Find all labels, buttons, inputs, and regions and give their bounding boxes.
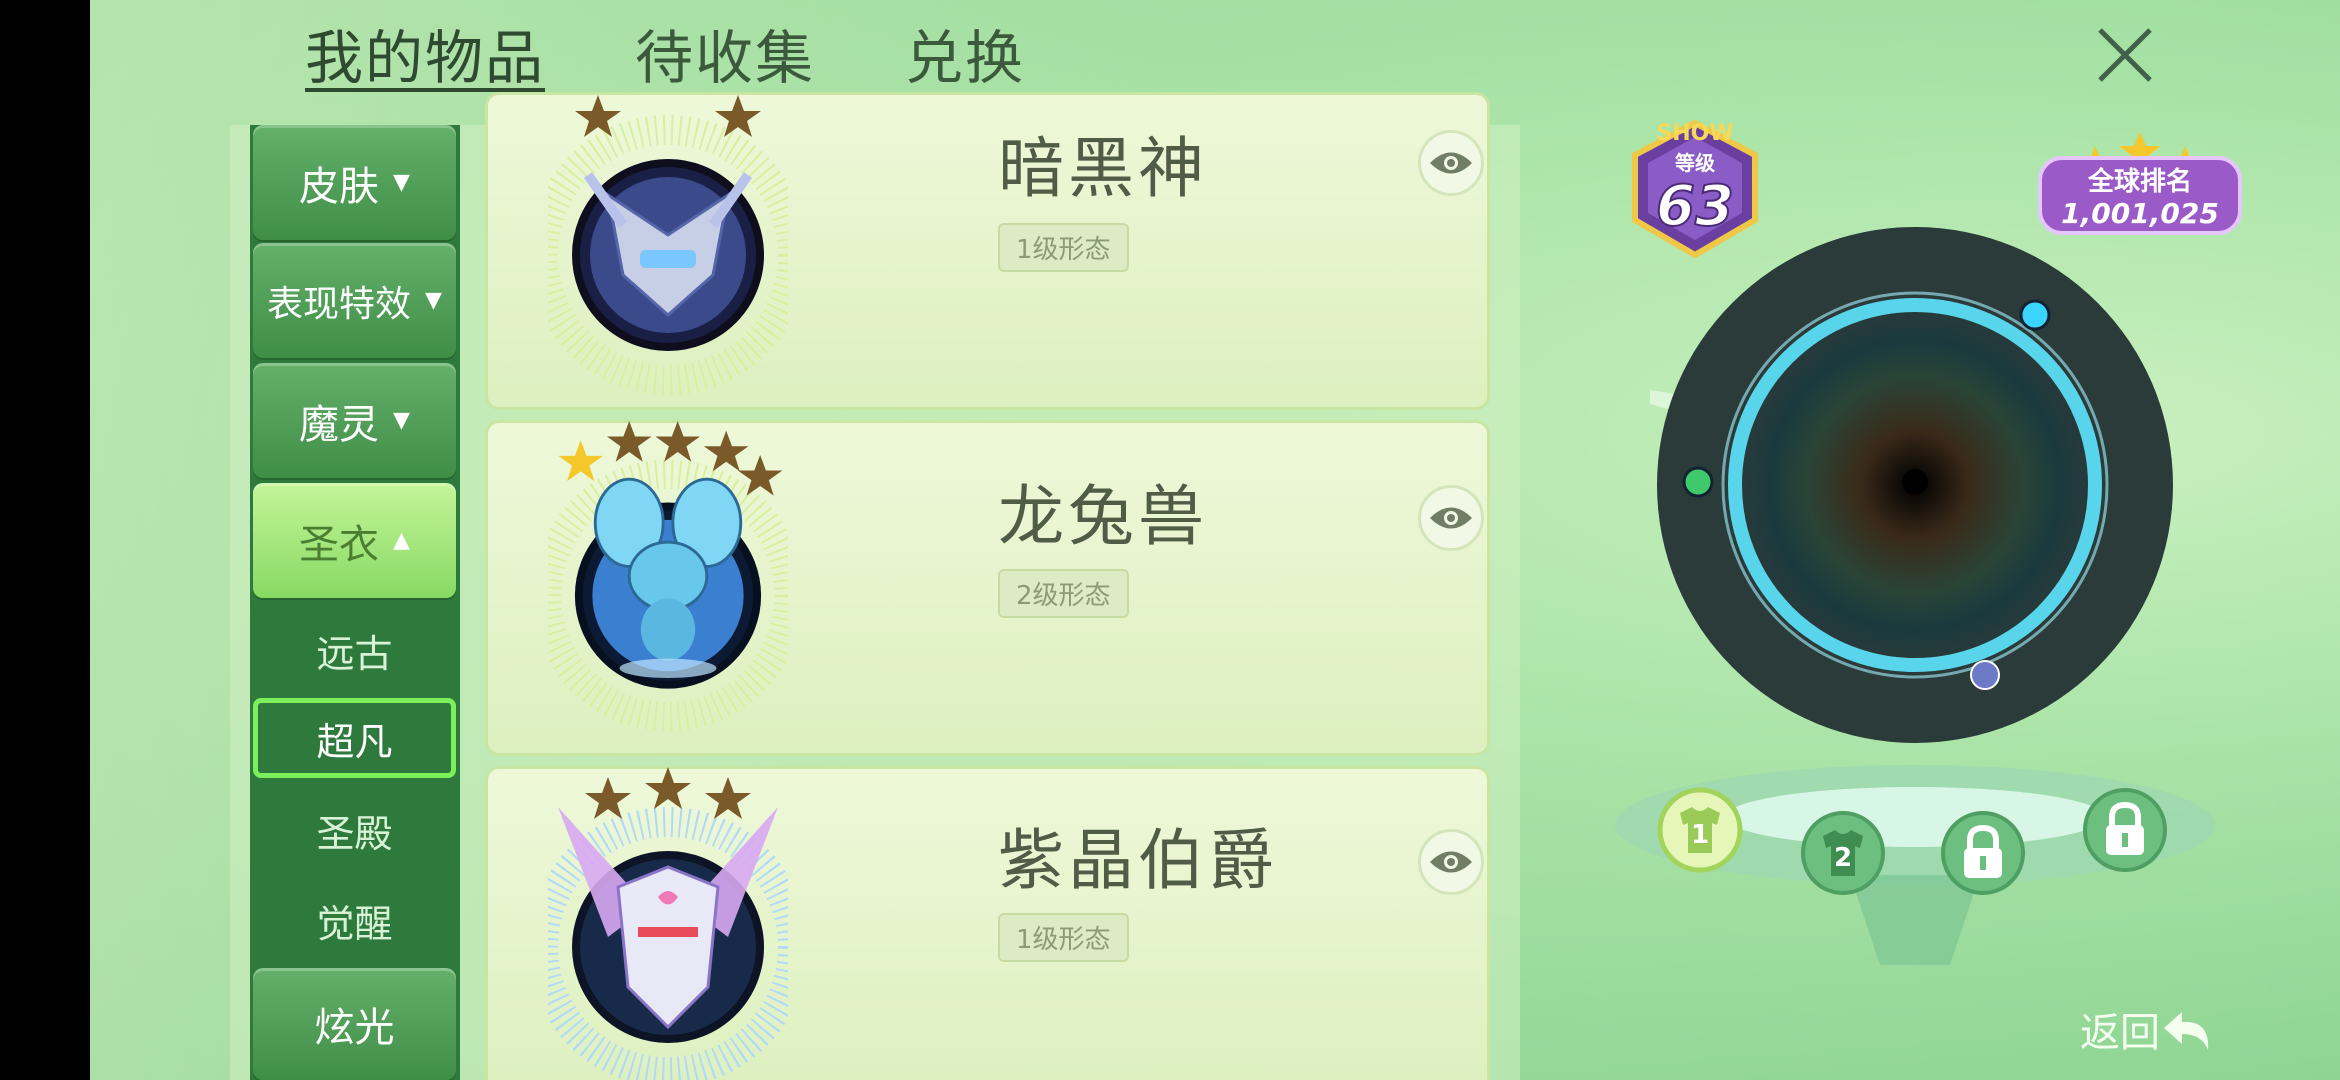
submenu-item-awakening[interactable]: 觉醒 (253, 880, 456, 960)
costume-slot-2[interactable]: 2 (1798, 808, 1888, 898)
menu-armor-button[interactable]: 圣衣 ▲ (253, 483, 456, 598)
tab-my-items[interactable]: 我的物品 (305, 18, 545, 98)
item-name: 紫晶伯爵 (998, 822, 1278, 899)
caret-down-icon: ▼ (425, 288, 442, 313)
dragon-rabbit-portrait (548, 421, 788, 732)
item-level: 2级形态 (998, 569, 1129, 618)
item-level: 1级形态 (998, 223, 1129, 272)
caret-up-icon: ▲ (393, 528, 410, 553)
item-name: 暗黑神 (998, 130, 1208, 207)
return-arrow-icon (2164, 1012, 2209, 1050)
menu-skin-label: 皮肤 (299, 163, 380, 210)
preview-button[interactable] (1418, 130, 1484, 196)
caret-down-icon: ▼ (393, 170, 410, 195)
eye-icon (1430, 152, 1472, 174)
caret-down-icon: ▼ (393, 408, 410, 433)
black-hole-showcase (1650, 227, 2173, 743)
menu-skin-button[interactable]: 皮肤 ▼ (253, 125, 456, 240)
amethyst-earl-portrait (548, 767, 788, 1080)
item-card[interactable]: 暗黑神 1级形态 (485, 92, 1490, 410)
submenu-item-sanctuary[interactable]: 圣殿 (253, 790, 456, 870)
game-screen: 我的物品 待收集 兑换 皮肤 ▼ 表现特效 ▼ 魔灵 ▼ 圣衣 ▲ 远古 超凡 圣殿 觉… (90, 0, 2340, 1080)
preview-button[interactable] (1418, 485, 1484, 551)
back-label: 返回 (2080, 1010, 2160, 1056)
rank-label: 全球排名 (2087, 166, 2192, 197)
submenu-item-ancient[interactable]: 远古 (253, 610, 456, 690)
menu-effects-label: 表现特效 (267, 283, 412, 325)
slot-label: 1 (1691, 820, 1709, 850)
item-card[interactable]: 紫晶伯爵 1级形态 (485, 766, 1490, 1080)
tab-exchange[interactable]: 兑换 (905, 18, 1025, 98)
slot-label: 2 (1834, 843, 1852, 873)
menu-glow-label: 炫光 (314, 1005, 395, 1051)
close-icon[interactable] (2090, 20, 2160, 90)
menu-glow-button[interactable]: 炫光 (253, 968, 456, 1080)
back-button[interactable]: 返回 (2080, 1000, 2216, 1058)
preview-button[interactable] (1418, 829, 1484, 895)
submenu-item-extraordinary[interactable]: 超凡 (253, 698, 456, 778)
costume-slot-1[interactable]: 1 (1655, 785, 1745, 875)
menu-spirit-label: 魔灵 (299, 401, 380, 448)
show-label: SHOW (1656, 121, 1733, 146)
eye-icon (1430, 851, 1472, 873)
eye-icon (1430, 507, 1472, 529)
costume-slot-locked[interactable] (2080, 785, 2170, 875)
item-card[interactable]: 龙兔兽 2级形态 (485, 420, 1490, 756)
menu-spirit-button[interactable]: 魔灵 ▼ (253, 363, 456, 478)
costume-slot-locked[interactable] (1938, 808, 2028, 898)
level-label: 等级 (1675, 151, 1715, 175)
item-level: 1级形态 (998, 913, 1129, 962)
item-name: 龙兔兽 (998, 478, 1208, 555)
dark-god-portrait (548, 95, 788, 395)
menu-effects-button[interactable]: 表现特效 ▼ (253, 243, 456, 358)
menu-armor-label: 圣衣 (299, 521, 380, 568)
